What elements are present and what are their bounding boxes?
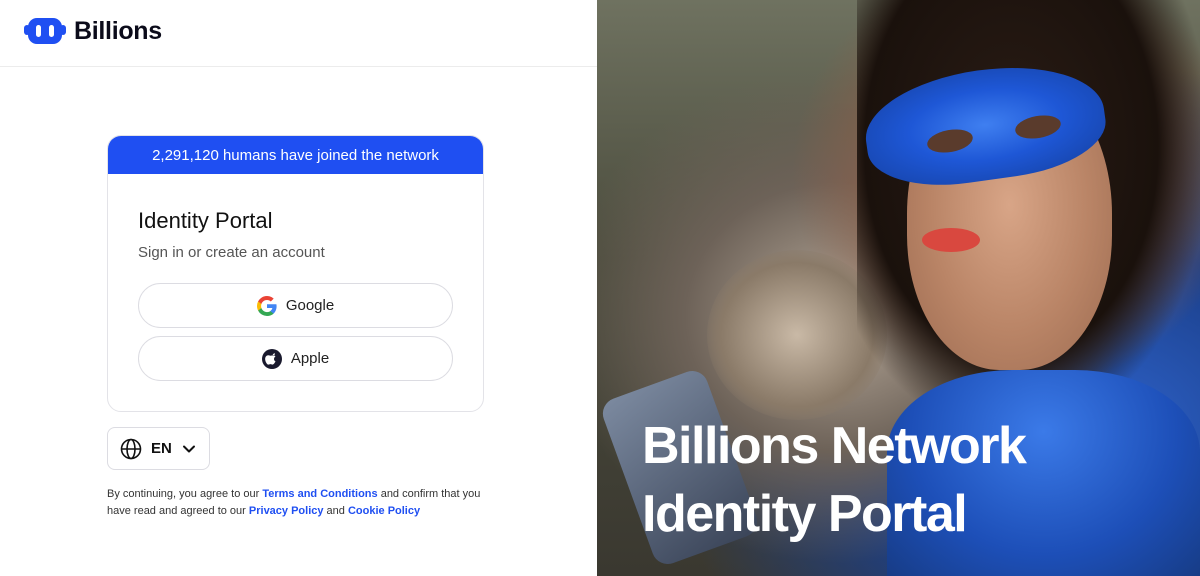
card-subtitle: Sign in or create an account (138, 244, 325, 261)
apple-button-label: Apple (290, 350, 330, 367)
google-button-label: Google (285, 297, 335, 314)
google-icon (256, 295, 277, 316)
legal-text-1: By continuing, you agree to our (107, 488, 263, 500)
language-code: EN (151, 440, 172, 457)
google-sign-in-button[interactable]: Google (138, 283, 453, 328)
legal-text-3: and (323, 505, 348, 517)
joined-count-banner: 2,291,120 humans have joined the network (108, 136, 483, 174)
top-bar: Billions (0, 0, 597, 67)
brand-name: Billions (74, 16, 162, 45)
language-selector[interactable]: EN (107, 427, 210, 470)
hero-image-panel: Billions Network Identity Portal (597, 0, 1200, 576)
chevron-down-icon (182, 445, 195, 452)
privacy-policy-link[interactable]: Privacy Policy (249, 505, 324, 517)
brand-logo[interactable]: Billions (24, 16, 162, 46)
hero-title-line-1: Billions Network (642, 417, 1027, 475)
cookie-policy-link[interactable]: Cookie Policy (348, 505, 420, 517)
hero-title: Billions Network Identity Portal (642, 412, 1027, 548)
sign-in-card: 2,291,120 humans have joined the network… (107, 135, 484, 412)
terms-link[interactable]: Terms and Conditions (262, 488, 377, 500)
apple-icon (261, 348, 282, 369)
globe-icon (120, 438, 142, 459)
legal-notice: By continuing, you agree to our Terms an… (107, 486, 497, 520)
billions-logo-icon (24, 18, 66, 44)
apple-sign-in-button[interactable]: Apple (138, 336, 453, 381)
left-panel: Billions 2,291,120 humans have joined th… (0, 0, 597, 576)
hero-title-line-2: Identity Portal (642, 485, 968, 543)
hero-photo-lips (922, 228, 980, 252)
card-title: Identity Portal (138, 208, 273, 233)
